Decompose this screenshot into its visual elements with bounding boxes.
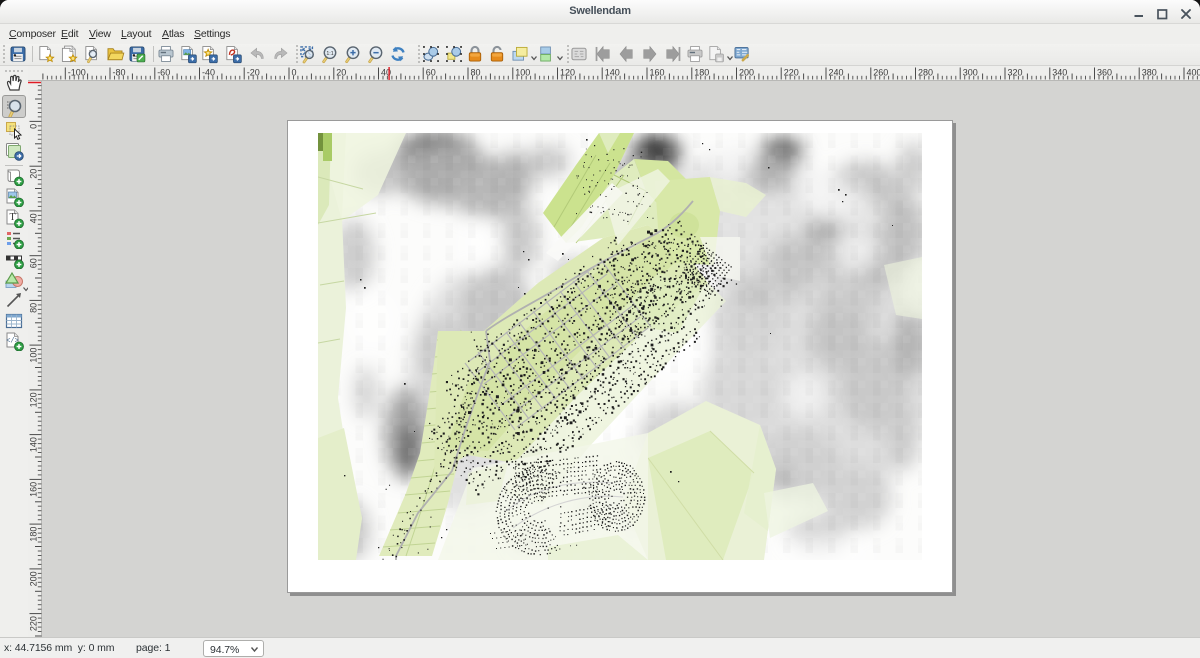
- svg-text:220: 220: [29, 616, 39, 631]
- svg-text:160: 160: [29, 482, 39, 497]
- svg-text:1:1: 1:1: [326, 51, 333, 57]
- svg-text:100: 100: [29, 348, 39, 363]
- svg-text:120: 120: [29, 392, 39, 407]
- svg-text:140: 140: [29, 437, 39, 452]
- svg-text:20: 20: [29, 169, 39, 179]
- svg-text:40: 40: [29, 213, 39, 223]
- svg-text:0: 0: [292, 68, 297, 78]
- svg-text:200: 200: [29, 571, 39, 586]
- svg-text:180: 180: [29, 527, 39, 542]
- svg-text:0: 0: [29, 124, 39, 129]
- svg-text:80: 80: [29, 303, 39, 313]
- svg-text:60: 60: [29, 258, 39, 268]
